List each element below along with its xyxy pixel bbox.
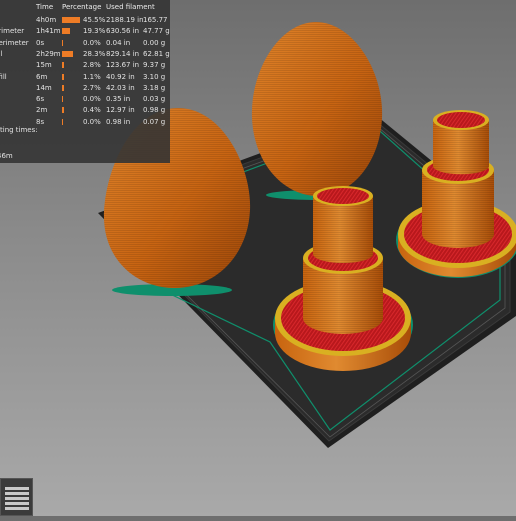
legend-row: ll14m2.7%42.03 in3.18 g — [0, 84, 170, 94]
time-value: 2m — [36, 106, 48, 115]
filament-weight: 0.00 g — [143, 38, 166, 47]
gcode-legend-panel: Time Percentage Used filament 4h0m 45.5% 2… — [0, 0, 170, 163]
time-value: 14m — [36, 83, 52, 92]
percentage-bar — [62, 28, 70, 35]
filament-length: 0.98 in — [106, 117, 131, 126]
time-value: 4h0m — [36, 16, 57, 24]
filament-length: 40.92 in — [106, 72, 135, 81]
percentage-value: 0.0% — [83, 95, 101, 104]
percentage-bar — [62, 62, 64, 69]
percentage-value: 28.3% — [83, 49, 106, 58]
feature-name: fill — [0, 49, 3, 58]
legend-row: fill 2h29m 28.3%829.14 in62.81 g — [0, 50, 170, 60]
percentage-bar — [62, 17, 80, 23]
layers-icon — [5, 487, 29, 510]
col-header-time: Time — [36, 3, 54, 11]
filament-length: 12.97 in — [106, 106, 135, 115]
percentage-bar — [62, 107, 64, 114]
percentage-value: 0.0% — [83, 117, 101, 126]
percentage-value: 19.3% — [83, 27, 106, 36]
filament-length: 630.56 in — [106, 27, 140, 36]
estimated-times-title: ting times: — [0, 126, 38, 134]
filament-length: 0.04 in — [106, 38, 131, 47]
percentage-bar — [62, 50, 73, 57]
percentage-value: 2.7% — [83, 83, 101, 92]
time-value: 8s — [36, 117, 45, 126]
filament-weight: 3.18 g — [143, 83, 166, 92]
filament-length: 2188.19 in — [106, 16, 144, 24]
feature-name: nfill — [0, 72, 7, 81]
legend-row: 2m 0.4% 12.97 in 0.98 g — [0, 106, 170, 116]
feature-name: perimeter — [0, 38, 29, 47]
filament-weight: 0.03 g — [143, 95, 166, 104]
time-value: 2h29m — [36, 49, 61, 58]
estimated-time-value: 46m — [0, 152, 13, 160]
filament-weight: 9.37 g — [143, 61, 166, 70]
percentage-bar — [62, 96, 63, 103]
percentage-value: 1.1% — [83, 72, 101, 81]
filament-length: 0.35 in — [106, 95, 131, 104]
filament-length: 829.14 in — [106, 49, 140, 58]
percentage-bar — [62, 39, 63, 46]
percentage-value: 0.4% — [83, 106, 101, 115]
time-value: 6s — [36, 95, 45, 104]
col-header-used-filament: Used filament — [106, 3, 155, 11]
time-value: 1h41m — [36, 27, 61, 36]
legend-row: nfill 6m 1.1% 40.92 in 3.10 g — [0, 73, 170, 83]
filament-weight: 3.10 g — [143, 72, 166, 81]
filament-weight: 0.98 g — [143, 106, 166, 115]
legend-row: 15m 2.8% 123.67 in 9.37 g — [0, 61, 170, 71]
filament-weight: 0.07 g — [143, 117, 166, 126]
percentage-value: 45.5% — [83, 16, 106, 24]
percentage-bar — [62, 84, 64, 91]
filament-weight: 47.77 g — [143, 27, 170, 36]
legend-row: 6s 0.0% 0.35 in 0.03 g — [0, 95, 170, 105]
percentage-value: 0.0% — [83, 38, 101, 47]
time-value: 0s — [36, 38, 45, 47]
legend-row: erimeter 1h41m 19.3%630.56 in47.77 g — [0, 27, 170, 37]
percentage-bar — [62, 118, 63, 125]
percentage-value: 2.8% — [83, 61, 101, 70]
legend-row: 4h0m 45.5%2188.19 in165.77 g — [0, 16, 170, 26]
filament-length: 123.67 in — [106, 61, 140, 70]
feature-name: erimeter — [0, 27, 25, 36]
percentage-bar — [62, 73, 64, 80]
filament-weight: 62.81 g — [143, 49, 170, 58]
layers-button[interactable] — [0, 478, 33, 516]
time-value: 15m — [36, 61, 52, 70]
col-header-percentage: Percentage — [62, 3, 102, 11]
filament-weight: 165.77 g — [143, 16, 170, 24]
legend-row: perimeter 0s 0.0% 0.04 in 0.00 g — [0, 39, 170, 49]
time-value: 6m — [36, 72, 48, 81]
filament-length: 42.03 in — [106, 83, 135, 92]
